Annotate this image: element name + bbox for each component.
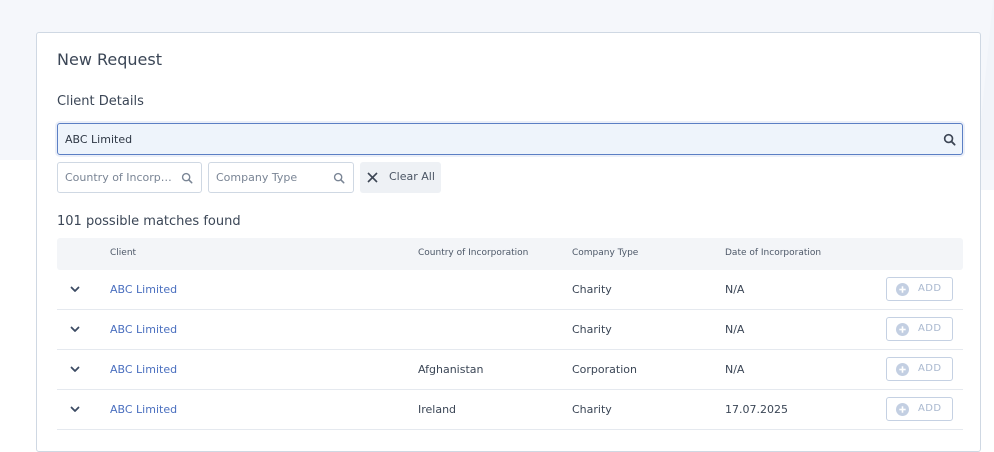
- column-header-country: Country of Incorporation: [418, 248, 529, 258]
- clear-all-button[interactable]: Clear All: [360, 162, 441, 193]
- add-label: ADD: [918, 403, 942, 414]
- country-filter-placeholder: Country of Incorpo...: [65, 171, 173, 184]
- client-search-field[interactable]: [57, 123, 963, 155]
- add-circle-icon: [896, 403, 909, 416]
- client-name-link[interactable]: ABC Limited: [110, 403, 177, 416]
- company-type-filter[interactable]: Company Type: [208, 162, 354, 193]
- section-title-client-details: Client Details: [57, 94, 144, 109]
- page-title: New Request: [57, 50, 162, 69]
- column-header-date: Date of Incorporation: [725, 248, 822, 258]
- add-circle-icon: [896, 363, 909, 376]
- add-button[interactable]: ADD: [886, 397, 953, 421]
- table-row: ABC Limited Afghanistan Corporation N/A …: [57, 350, 963, 390]
- add-button[interactable]: ADD: [886, 317, 953, 341]
- add-button[interactable]: ADD: [886, 277, 953, 301]
- company-type-cell: Charity: [572, 323, 612, 336]
- country-cell: Afghanistan: [418, 363, 484, 376]
- client-search-input[interactable]: [65, 124, 925, 154]
- search-icon: [181, 172, 193, 184]
- new-request-card: New Request Client Details Country of In…: [36, 32, 981, 452]
- add-label: ADD: [918, 283, 942, 294]
- clear-all-label: Clear All: [389, 170, 435, 183]
- add-button[interactable]: ADD: [886, 357, 953, 381]
- date-cell: N/A: [725, 323, 745, 336]
- client-name-link[interactable]: ABC Limited: [110, 283, 177, 296]
- add-circle-icon: [896, 323, 909, 336]
- column-header-client: Client: [110, 248, 137, 258]
- add-label: ADD: [918, 323, 942, 334]
- country-of-incorporation-filter[interactable]: Country of Incorpo...: [57, 162, 202, 193]
- client-name-link[interactable]: ABC Limited: [110, 323, 177, 336]
- chevron-down-icon[interactable]: [70, 326, 80, 333]
- results-summary: 101 possible matches found: [57, 214, 241, 229]
- date-cell: N/A: [725, 283, 745, 296]
- company-type-cell: Corporation: [572, 363, 637, 376]
- table-row: ABC Limited Ireland Charity 17.07.2025 A…: [57, 390, 963, 430]
- search-icon: [333, 172, 345, 184]
- search-icon[interactable]: [943, 133, 956, 146]
- column-header-company-type: Company Type: [572, 248, 639, 258]
- client-name-link[interactable]: ABC Limited: [110, 363, 177, 376]
- date-cell: 17.07.2025: [725, 403, 788, 416]
- company-type-cell: Charity: [572, 403, 612, 416]
- close-icon: [367, 172, 378, 183]
- country-cell: Ireland: [418, 403, 457, 416]
- add-label: ADD: [918, 363, 942, 374]
- chevron-down-icon[interactable]: [70, 406, 80, 413]
- chevron-down-icon[interactable]: [70, 286, 80, 293]
- results-table-header: Client Country of Incorporation Company …: [57, 238, 963, 270]
- company-type-filter-placeholder: Company Type: [216, 171, 298, 184]
- add-circle-icon: [896, 283, 909, 296]
- table-row: ABC Limited Charity N/A ADD: [57, 310, 963, 350]
- company-type-cell: Charity: [572, 283, 612, 296]
- date-cell: N/A: [725, 363, 745, 376]
- table-row: ABC Limited Charity N/A ADD: [57, 270, 963, 310]
- chevron-down-icon[interactable]: [70, 366, 80, 373]
